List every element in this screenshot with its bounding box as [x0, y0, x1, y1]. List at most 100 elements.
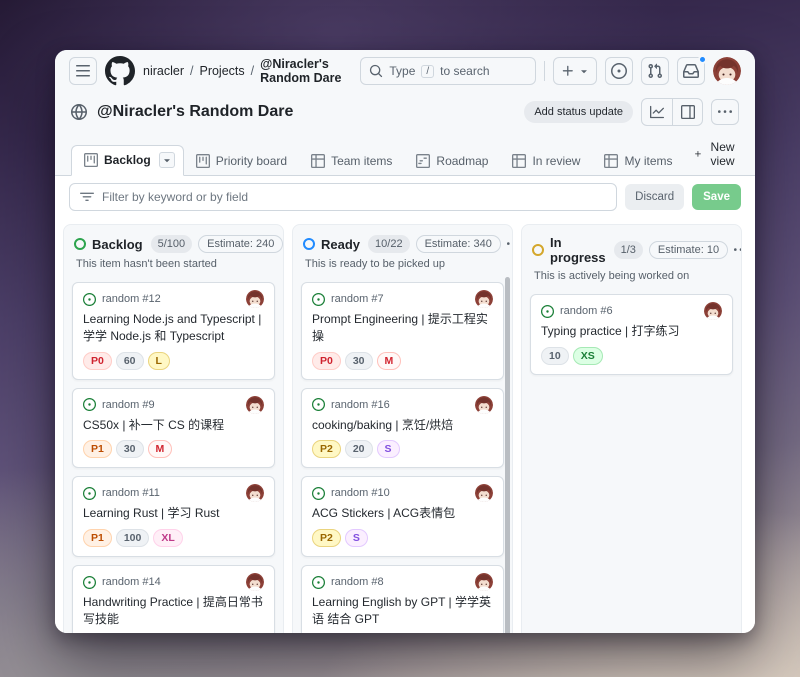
search-placeholder-after: to search [440, 64, 489, 78]
tab-label: Priority board [216, 154, 287, 168]
tab-priority-board[interactable]: Priority board [184, 148, 299, 175]
issue-title[interactable]: Handwriting Practice | 提高日常书写技能 [83, 594, 264, 628]
issue-title[interactable]: Typing practice | 打字练习 [541, 323, 722, 340]
issue-title[interactable]: Learning English by GPT | 学学英语 结合 GPT [312, 594, 493, 628]
issue-label[interactable]: 30 [116, 440, 144, 458]
issue-label[interactable]: 10 [541, 347, 569, 365]
add-status-update-button[interactable]: Add status update [524, 101, 633, 123]
issue-card[interactable]: random #8 Learning English by GPT | 学学英语 … [301, 565, 504, 633]
tab-label: In review [532, 154, 580, 168]
column-count-badge: 10/22 [368, 235, 410, 253]
search-placeholder-before: Type [389, 64, 415, 78]
issue-opened-icon [541, 305, 554, 318]
issue-label[interactable]: 60 [116, 352, 144, 370]
assignee-avatar[interactable] [475, 484, 493, 502]
discard-button[interactable]: Discard [625, 184, 684, 210]
issue-label[interactable]: 20 [345, 440, 373, 458]
tab-label: Team items [331, 154, 392, 168]
issues-button[interactable] [605, 57, 633, 85]
issue-title[interactable]: Learning Rust | 学习 Rust [83, 505, 264, 522]
issue-title[interactable]: Learning Node.js and Typescript | 学学 Nod… [83, 311, 264, 345]
assignee-avatar[interactable] [475, 290, 493, 308]
kebab-menu-icon [718, 105, 732, 119]
search-input[interactable]: Type / to search [360, 57, 536, 85]
issue-opened-icon [611, 63, 627, 79]
column-status-icon [74, 238, 86, 250]
issue-label[interactable]: P1 [83, 440, 112, 458]
issue-ref: random #6 [560, 305, 698, 317]
tab-my-items[interactable]: My items [592, 148, 684, 175]
column-count-badge: 1/3 [614, 241, 643, 259]
issue-card[interactable]: random #11Learning Rust | 学习 RustP1100XL [72, 476, 275, 557]
issue-label[interactable]: XS [573, 347, 603, 365]
issue-label[interactable]: M [148, 440, 173, 458]
tab-team-items[interactable]: Team items [299, 148, 404, 175]
issue-card[interactable]: random #16cooking/baking | 烹饪/烘焙P220S [301, 388, 504, 469]
breadcrumb-separator: / [251, 64, 254, 78]
issue-label[interactable]: M [377, 352, 402, 370]
issue-label[interactable]: P2 [312, 529, 341, 547]
chevron-down-icon [578, 65, 590, 77]
pull-requests-button[interactable] [641, 57, 669, 85]
user-avatar[interactable] [713, 57, 741, 85]
issue-label[interactable]: 30 [345, 352, 373, 370]
breadcrumb-user[interactable]: niracler [143, 64, 184, 78]
issue-label[interactable]: S [377, 440, 400, 458]
filter-input[interactable] [102, 190, 606, 204]
issue-opened-icon [83, 293, 96, 306]
assignee-avatar[interactable] [475, 396, 493, 414]
issue-card[interactable]: random #6 Typing practice | 打字练习 10XS [530, 294, 733, 375]
assignee-avatar[interactable] [246, 290, 264, 308]
column-cards: random #7Prompt Engineering | 提示工程实操P030… [293, 276, 512, 633]
project-menu-button[interactable] [711, 99, 739, 125]
issue-label[interactable]: L [148, 352, 170, 370]
issue-label[interactable]: P1 [83, 529, 112, 547]
create-new-button[interactable] [553, 57, 597, 85]
assignee-avatar[interactable] [246, 484, 264, 502]
issue-ref: random #8 [331, 576, 469, 588]
tab-backlog[interactable]: Backlog [71, 145, 184, 176]
assignee-avatar[interactable] [246, 396, 264, 414]
issue-opened-icon [83, 398, 96, 411]
insights-button[interactable] [642, 99, 672, 125]
breadcrumb-projects[interactable]: Projects [199, 64, 244, 78]
issue-label[interactable]: P0 [312, 352, 341, 370]
issue-title[interactable]: cooking/baking | 烹饪/烘焙 [312, 417, 493, 434]
column-scrollbar[interactable] [505, 277, 510, 633]
issue-title[interactable]: CS50x | 补一下 CS 的课程 [83, 417, 264, 434]
inbox-button[interactable] [677, 57, 705, 85]
issue-card[interactable]: random #14Handwriting Practice | 提高日常书写技… [72, 565, 275, 633]
assignee-avatar[interactable] [246, 573, 264, 591]
project-icon [84, 153, 98, 167]
column-menu-button[interactable] [734, 243, 742, 257]
issue-card-header: random #9 [83, 396, 264, 414]
assignee-avatar[interactable] [475, 573, 493, 591]
column-header: In progress1/3Estimate: 10 [522, 225, 741, 267]
issue-label[interactable]: P2 [312, 440, 341, 458]
tab-roadmap[interactable]: Roadmap [404, 148, 500, 175]
issue-labels: P2S [312, 529, 493, 547]
assignee-avatar[interactable] [704, 302, 722, 320]
hamburger-menu-button[interactable] [69, 57, 97, 85]
issue-card[interactable]: random #10ACG Stickers | ACG表情包P2S [301, 476, 504, 557]
filter-input-wrapper [69, 183, 617, 211]
issue-label[interactable]: S [345, 529, 368, 547]
new-view-button[interactable]: New view [684, 134, 747, 175]
column-menu-button[interactable] [507, 237, 513, 251]
issue-label[interactable]: 100 [116, 529, 150, 547]
view-options-button[interactable] [159, 152, 175, 168]
issue-card[interactable]: random #7Prompt Engineering | 提示工程实操P030… [301, 282, 504, 380]
breadcrumb-current-project[interactable]: @Niracler's Random Dare [260, 57, 352, 85]
issue-card-header: random #12 [83, 290, 264, 308]
issue-card[interactable]: random #12 Learning Node.js and Typescrip… [72, 282, 275, 380]
issue-title[interactable]: Prompt Engineering | 提示工程实操 [312, 311, 493, 345]
side-panel-button[interactable] [672, 99, 702, 125]
tab-in-review[interactable]: In review [500, 148, 592, 175]
save-button[interactable]: Save [692, 184, 741, 210]
issue-card[interactable]: random #9 CS50x | 补一下 CS 的课程 P130M [72, 388, 275, 469]
github-logo-icon[interactable] [105, 56, 135, 86]
issue-label[interactable]: P0 [83, 352, 112, 370]
issue-label[interactable]: XL [153, 529, 182, 547]
issue-title[interactable]: ACG Stickers | ACG表情包 [312, 505, 493, 522]
project-board: Backlog5/100Estimate: 240This item hasn'… [55, 218, 755, 633]
